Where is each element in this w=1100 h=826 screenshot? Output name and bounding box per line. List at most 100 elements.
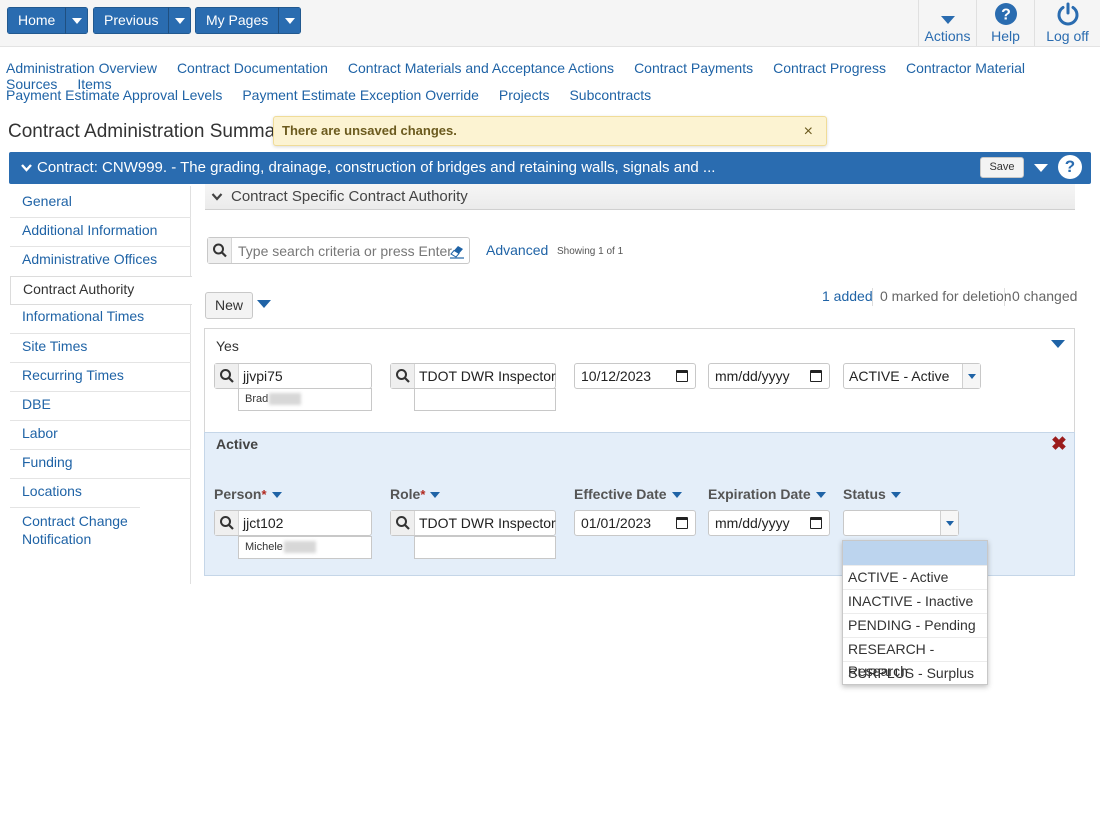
effective-date-field[interactable]: 01/01/2023 xyxy=(574,510,696,536)
nav-link-contract-documentation[interactable]: Contract Documentation xyxy=(177,60,328,76)
redacted-surname xyxy=(269,393,302,406)
person-name-box: Brad xyxy=(238,388,372,411)
nav-link-contract-payments[interactable]: Contract Payments xyxy=(634,60,753,76)
calendar-icon[interactable] xyxy=(810,370,822,382)
search-placeholder: Type search criteria or press Enter xyxy=(238,243,452,259)
person-lookup-field[interactable]: jjct102 xyxy=(214,510,372,536)
my-pages-menu-chevron-icon[interactable] xyxy=(279,7,302,34)
header-menu-chevron-icon[interactable] xyxy=(1034,164,1048,172)
section-header[interactable]: Contract Specific Contract Authority xyxy=(205,184,1075,210)
header-help-icon[interactable]: ? xyxy=(1058,155,1082,179)
sidebar-item-recurring-times[interactable]: Recurring Times xyxy=(10,362,191,383)
home-split-button[interactable]: Home xyxy=(7,7,89,34)
effective-date-field[interactable]: 10/12/2023 xyxy=(574,363,696,389)
person-name: Michele xyxy=(245,541,283,553)
sidebar-item-informational-times[interactable]: Informational Times xyxy=(10,308,191,324)
previous-button[interactable]: Previous xyxy=(93,7,170,34)
search-icon[interactable] xyxy=(208,238,232,263)
status-option-active[interactable]: ACTIVE - Active xyxy=(843,565,987,589)
status-option-inactive[interactable]: INACTIVE - Inactive xyxy=(843,589,987,613)
row-menu-chevron-icon[interactable] xyxy=(1051,340,1065,348)
sidebar-item-dbe[interactable]: DBE xyxy=(10,391,191,412)
sidebar-item-funding[interactable]: Funding xyxy=(10,449,191,470)
person-search-icon[interactable] xyxy=(215,364,239,388)
collapse-chevron-icon[interactable] xyxy=(20,161,33,174)
contract-header-title: Contract: CNW999. - The grading, drainag… xyxy=(37,159,716,176)
page-title: Contract Administration Summa xyxy=(8,121,276,142)
person-search-icon[interactable] xyxy=(215,511,239,535)
status-option-pending[interactable]: PENDING - Pending xyxy=(843,613,987,637)
new-menu-chevron-icon[interactable] xyxy=(257,300,271,308)
status-dropdown-chevron-icon[interactable] xyxy=(962,364,980,388)
home-menu-chevron-icon[interactable] xyxy=(66,7,89,34)
calendar-icon[interactable] xyxy=(810,517,822,529)
power-icon xyxy=(1035,0,1100,26)
sidebar-item-additional-information[interactable]: Additional Information xyxy=(10,217,191,238)
status-select[interactable]: ACTIVE - Active xyxy=(843,363,981,389)
status-dropdown-chevron-icon[interactable] xyxy=(940,511,958,535)
help-label: Help xyxy=(991,28,1020,44)
sidebar-item-general[interactable]: General xyxy=(10,193,191,209)
status-option-empty[interactable] xyxy=(843,541,987,565)
effective-date-value: 10/12/2023 xyxy=(581,368,652,384)
sidebar-item-contract-authority[interactable]: Contract Authority xyxy=(10,276,192,305)
calendar-icon[interactable] xyxy=(676,370,688,382)
role-sort-chevron-icon[interactable] xyxy=(430,492,441,499)
status-option-research[interactable]: RESEARCH - Research xyxy=(843,637,987,679)
actions-chevron-icon xyxy=(919,0,976,26)
nav-link-subcontracts[interactable]: Subcontracts xyxy=(569,87,651,103)
my-pages-button[interactable]: My Pages xyxy=(195,7,280,34)
role-lookup-field[interactable]: TDOT DWR Inspector xyxy=(390,363,556,389)
expiration-date-field[interactable]: mm/dd/yyyy xyxy=(708,510,830,536)
divider xyxy=(872,288,873,306)
nav-link-payment-estimate-exception-override[interactable]: Payment Estimate Exception Override xyxy=(242,87,479,103)
role-search-icon[interactable] xyxy=(391,364,415,388)
previous-split-button[interactable]: Previous xyxy=(93,7,192,34)
nav-link-contract-materials[interactable]: Contract Materials and Acceptance Action… xyxy=(348,60,614,76)
home-button[interactable]: Home xyxy=(7,7,67,34)
person-label: Person* xyxy=(214,486,282,502)
expiration-date-field[interactable]: mm/dd/yyyy xyxy=(708,363,830,389)
section-chevron-icon[interactable] xyxy=(211,192,223,202)
nav-link-payment-estimate-approval-levels[interactable]: Payment Estimate Approval Levels xyxy=(6,87,222,103)
new-button[interactable]: New xyxy=(205,292,253,319)
status-option-surplus[interactable]: SURPLUS - Surplus xyxy=(843,661,987,685)
expiration-date-sort-chevron-icon[interactable] xyxy=(815,492,826,499)
previous-menu-chevron-icon[interactable] xyxy=(169,7,192,34)
status-sort-chevron-icon[interactable] xyxy=(890,492,901,499)
added-count[interactable]: 1 added xyxy=(822,288,873,304)
delete-row-icon[interactable]: ✖ xyxy=(1051,433,1067,456)
role-search-icon[interactable] xyxy=(391,511,415,535)
clear-search-eraser-icon[interactable] xyxy=(445,238,469,263)
help-button[interactable]: ? Help xyxy=(976,0,1034,46)
marked-for-deletion-count: 0 marked for deletion xyxy=(880,288,1012,304)
sidebar-item-site-times[interactable]: Site Times xyxy=(10,333,191,354)
alert-message: There are unsaved changes. xyxy=(282,123,457,138)
my-pages-split-button[interactable]: My Pages xyxy=(195,7,302,34)
status-label: Status xyxy=(843,486,901,502)
effective-date-sort-chevron-icon[interactable] xyxy=(671,492,682,499)
status-select[interactable] xyxy=(843,510,959,536)
nav-link-administration-overview[interactable]: Administration Overview xyxy=(6,60,157,76)
search-input[interactable]: Type search criteria or press Enter xyxy=(207,237,470,264)
svg-text:?: ? xyxy=(1001,7,1011,24)
advanced-search-link[interactable]: Advanced xyxy=(486,242,548,258)
actions-button[interactable]: Actions xyxy=(918,0,976,46)
logoff-label: Log off xyxy=(1046,28,1089,44)
role-description-box xyxy=(414,388,556,411)
sidebar-item-contract-change-notification[interactable]: Contract Change Notification xyxy=(10,507,140,548)
showing-count: Showing 1 of 1 xyxy=(557,246,624,257)
actions-label: Actions xyxy=(924,28,971,44)
nav-link-projects[interactable]: Projects xyxy=(499,87,550,103)
role-lookup-field[interactable]: TDOT DWR Inspector xyxy=(390,510,556,536)
sidebar-item-labor[interactable]: Labor xyxy=(10,420,191,441)
person-sort-chevron-icon[interactable] xyxy=(271,492,282,499)
sidebar-item-administrative-offices[interactable]: Administrative Offices xyxy=(10,246,191,267)
alert-close-icon[interactable]: × xyxy=(804,123,813,141)
person-lookup-field[interactable]: jjvpi75 xyxy=(214,363,372,389)
logoff-button[interactable]: Log off xyxy=(1034,0,1100,46)
calendar-icon[interactable] xyxy=(676,517,688,529)
nav-link-contract-progress[interactable]: Contract Progress xyxy=(773,60,886,76)
sidebar-item-locations[interactable]: Locations xyxy=(10,478,191,499)
save-button[interactable]: Save xyxy=(980,157,1024,178)
